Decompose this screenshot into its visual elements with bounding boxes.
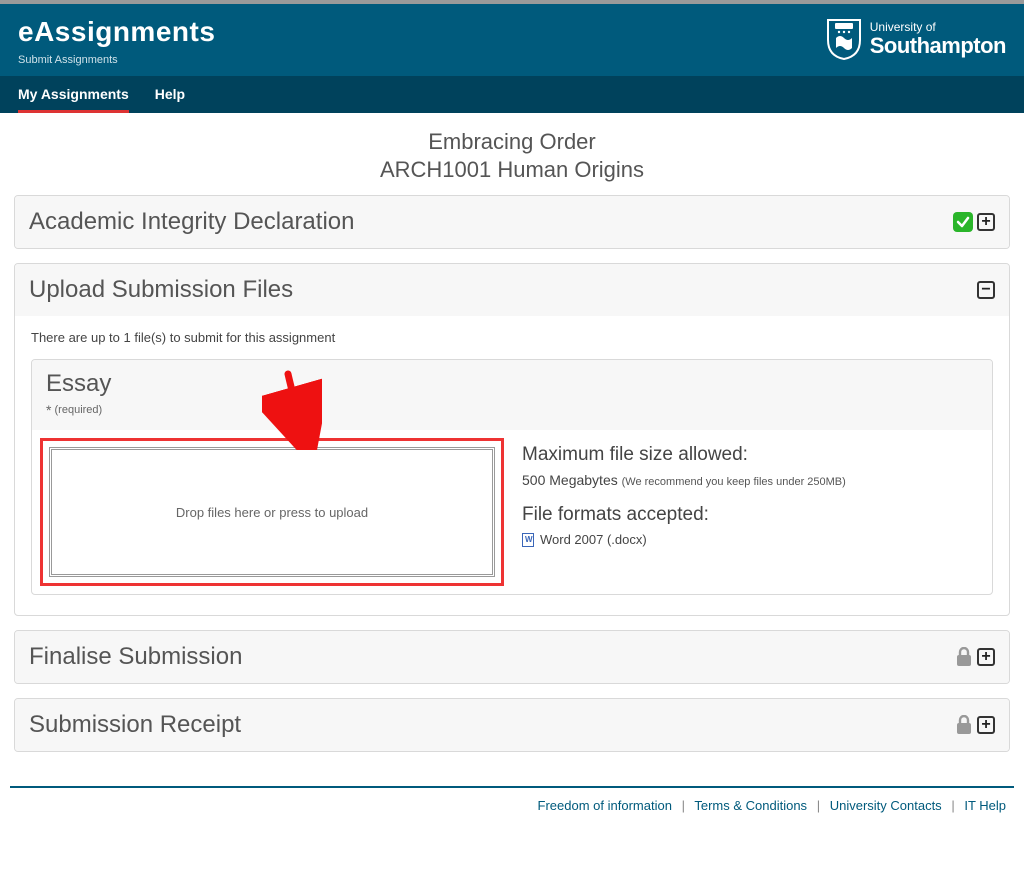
panel-upload-body: There are up to 1 file(s) to submit for … — [15, 316, 1009, 615]
logo-text-line2: Southampton — [870, 34, 1006, 57]
university-logo: University of Southampton — [826, 18, 1006, 60]
shield-icon — [826, 18, 862, 60]
panel-receipt-title: Submission Receipt — [29, 711, 241, 739]
format-item: Word 2007 (.docx) — [522, 532, 978, 547]
essay-header: Essay * (required) — [32, 360, 992, 430]
essay-title: Essay — [46, 370, 978, 398]
upload-hint: There are up to 1 file(s) to submit for … — [31, 330, 993, 345]
logo-text-line1: University of — [870, 21, 1006, 34]
max-size-note: (We recommend you keep files under 250MB… — [622, 476, 846, 488]
footer-link-contacts[interactable]: University Contacts — [830, 798, 942, 813]
format-label: Word 2007 (.docx) — [540, 532, 647, 547]
lock-icon — [955, 715, 973, 735]
page-content: Embracing Order ARCH1001 Human Origins A… — [0, 113, 1024, 780]
panel-finalise: Finalise Submission + — [14, 630, 1010, 684]
panel-finalise-title: Finalise Submission — [29, 643, 242, 671]
main-nav: My Assignments Help — [0, 76, 1024, 113]
panel-upload-header[interactable]: Upload Submission Files − — [15, 264, 1009, 316]
upload-info: Maximum file size allowed: 500 Megabytes… — [512, 430, 992, 594]
formats-heading: File formats accepted: — [522, 504, 978, 526]
nav-help[interactable]: Help — [155, 76, 185, 113]
panel-integrity-header[interactable]: Academic Integrity Declaration + — [15, 196, 1009, 248]
panel-upload-title: Upload Submission Files — [29, 276, 293, 304]
page-subtitle: ARCH1001 Human Origins — [14, 157, 1010, 183]
max-size-value: 500 Megabytes — [522, 472, 618, 488]
footer: Freedom of information | Terms & Conditi… — [0, 788, 1024, 833]
essay-required-label: * (required) — [46, 402, 978, 418]
panel-receipt-header[interactable]: Submission Receipt + — [15, 699, 1009, 751]
panel-upload: Upload Submission Files − There are up t… — [14, 263, 1010, 616]
max-size-heading: Maximum file size allowed: — [522, 444, 978, 466]
expand-icon[interactable]: + — [977, 213, 995, 231]
annotation-highlight-box: Drop files here or press to upload — [40, 438, 504, 586]
check-complete-icon — [953, 212, 973, 232]
file-drop-zone[interactable]: Drop files here or press to upload — [49, 447, 495, 577]
panel-receipt: Submission Receipt + — [14, 698, 1010, 752]
word-doc-icon — [522, 533, 534, 547]
essay-subpanel: Essay * (required) Drop fi — [31, 359, 993, 595]
expand-icon[interactable]: + — [977, 716, 995, 734]
collapse-icon[interactable]: − — [977, 281, 995, 299]
panel-finalise-header[interactable]: Finalise Submission + — [15, 631, 1009, 683]
footer-link-foi[interactable]: Freedom of information — [538, 798, 672, 813]
footer-link-terms[interactable]: Terms & Conditions — [694, 798, 807, 813]
panel-integrity: Academic Integrity Declaration + — [14, 195, 1010, 249]
nav-my-assignments[interactable]: My Assignments — [18, 76, 129, 113]
app-header: eAssignments Submit Assignments Universi… — [0, 4, 1024, 76]
lock-icon — [955, 647, 973, 667]
page-title: Embracing Order — [14, 129, 1010, 155]
footer-link-ithelp[interactable]: IT Help — [964, 798, 1006, 813]
expand-icon[interactable]: + — [977, 648, 995, 666]
panel-integrity-title: Academic Integrity Declaration — [29, 208, 354, 236]
